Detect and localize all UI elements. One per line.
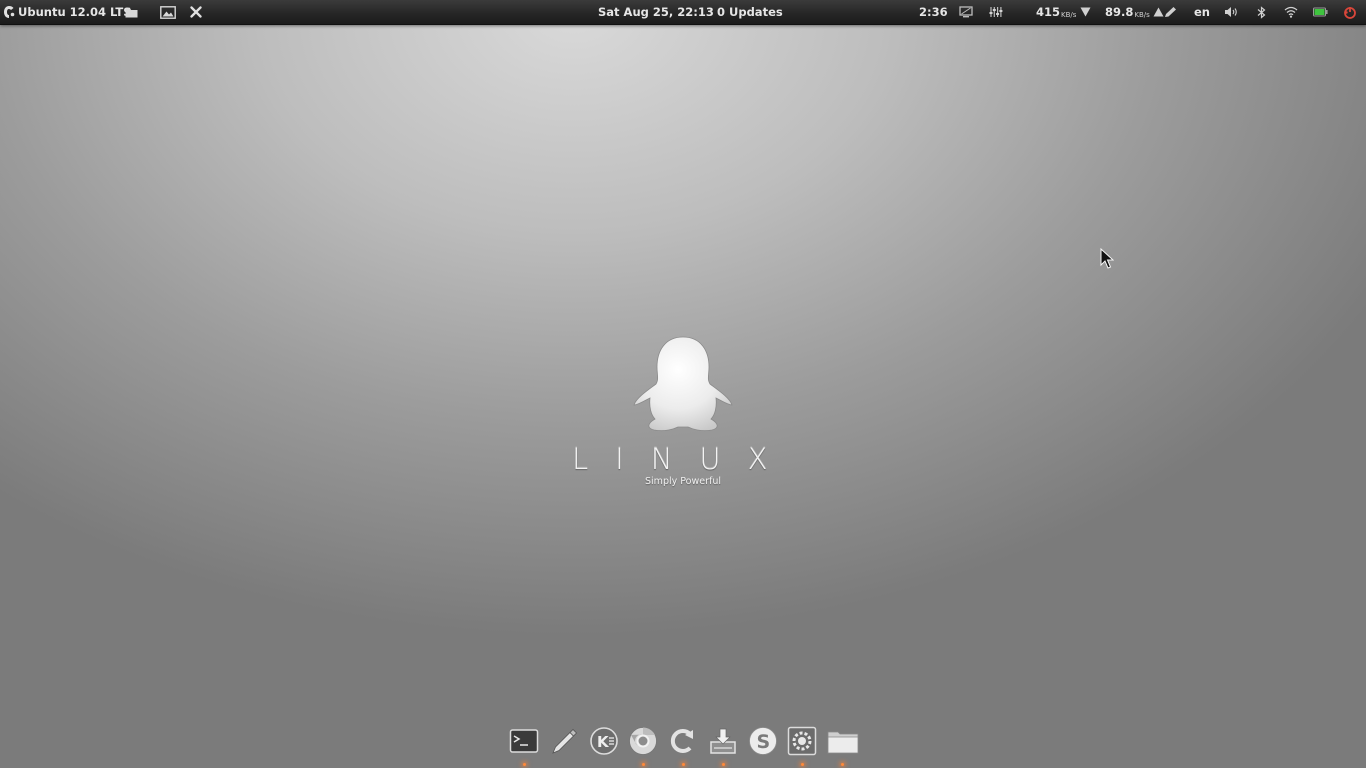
chrome-icon xyxy=(629,727,658,755)
wallpaper-logo: LINUX Simply Powerful xyxy=(560,330,806,500)
equalizer-icon[interactable] xyxy=(989,0,1003,24)
upload-speed-unit: KB/s xyxy=(1134,11,1150,19)
install-icon xyxy=(710,728,736,754)
kde-icon: K xyxy=(589,727,618,755)
dock-item-folder[interactable] xyxy=(824,722,860,768)
upload-speed-value: 89.8 xyxy=(1105,5,1134,19)
upload-speed[interactable]: 89.8 KB/s xyxy=(1105,0,1164,24)
running-indicator xyxy=(801,763,805,766)
volume-icon[interactable] xyxy=(1224,0,1238,24)
image-icon[interactable] xyxy=(160,0,176,24)
dock-item-update[interactable] xyxy=(665,722,701,768)
keyboard-layout[interactable]: en xyxy=(1194,0,1210,24)
ubuntu-logo-icon xyxy=(3,5,15,19)
bluetooth-icon[interactable] xyxy=(1257,0,1266,24)
logo-tagline: Simply Powerful xyxy=(645,476,721,487)
display-icon[interactable] xyxy=(959,0,973,24)
close-icon[interactable] xyxy=(190,0,202,24)
skype-icon: S xyxy=(748,727,777,755)
settings-icon xyxy=(788,726,817,756)
dock-item-install[interactable] xyxy=(705,722,741,768)
svg-text:K: K xyxy=(597,733,610,751)
dock-item-kde[interactable]: K xyxy=(586,722,622,768)
dock-item-pen[interactable] xyxy=(546,722,582,768)
folder-icon[interactable] xyxy=(125,0,138,24)
arrow-down-icon xyxy=(1080,7,1091,17)
battery-time[interactable]: 2:36 xyxy=(919,0,948,24)
power-icon[interactable] xyxy=(1343,0,1357,24)
app-menu[interactable]: Ubuntu 12.04 LTS xyxy=(3,0,132,24)
arrow-up-icon xyxy=(1153,7,1164,17)
clock[interactable]: Sat Aug 25, 22:13 xyxy=(598,0,714,24)
pen-icon[interactable] xyxy=(1164,0,1177,24)
running-indicator xyxy=(523,763,526,766)
running-indicator xyxy=(841,763,844,766)
dock-item-settings[interactable] xyxy=(784,722,820,768)
download-speed[interactable]: 415 KB/s xyxy=(1036,0,1091,24)
folder-icon xyxy=(827,731,859,754)
download-speed-value: 415 xyxy=(1036,5,1061,19)
mouse-cursor-icon xyxy=(1100,248,1114,269)
dock-item-terminal[interactable] xyxy=(506,722,542,768)
running-indicator xyxy=(721,763,725,766)
terminal-icon xyxy=(509,729,539,753)
update-icon xyxy=(670,729,693,753)
penguin-icon xyxy=(633,336,733,432)
pen-icon xyxy=(552,728,577,754)
dock-item-skype[interactable]: S xyxy=(745,722,781,768)
logo-wordmark: LINUX xyxy=(572,442,795,476)
app-menu-title: Ubuntu 12.04 LTS xyxy=(18,5,132,19)
updates-indicator[interactable]: 0 Updates xyxy=(717,0,783,24)
battery-icon[interactable] xyxy=(1313,0,1328,24)
download-speed-unit: KB/s xyxy=(1061,11,1077,19)
top-panel: Ubuntu 12.04 LTS Sat Aug 25, 22:13 0 Upd… xyxy=(0,0,1366,25)
dock-item-chrome[interactable] xyxy=(625,722,661,768)
svg-text:S: S xyxy=(756,731,770,753)
wifi-icon[interactable] xyxy=(1284,0,1298,24)
running-indicator xyxy=(642,763,646,766)
dock: K S xyxy=(506,722,860,768)
running-indicator xyxy=(682,763,685,766)
